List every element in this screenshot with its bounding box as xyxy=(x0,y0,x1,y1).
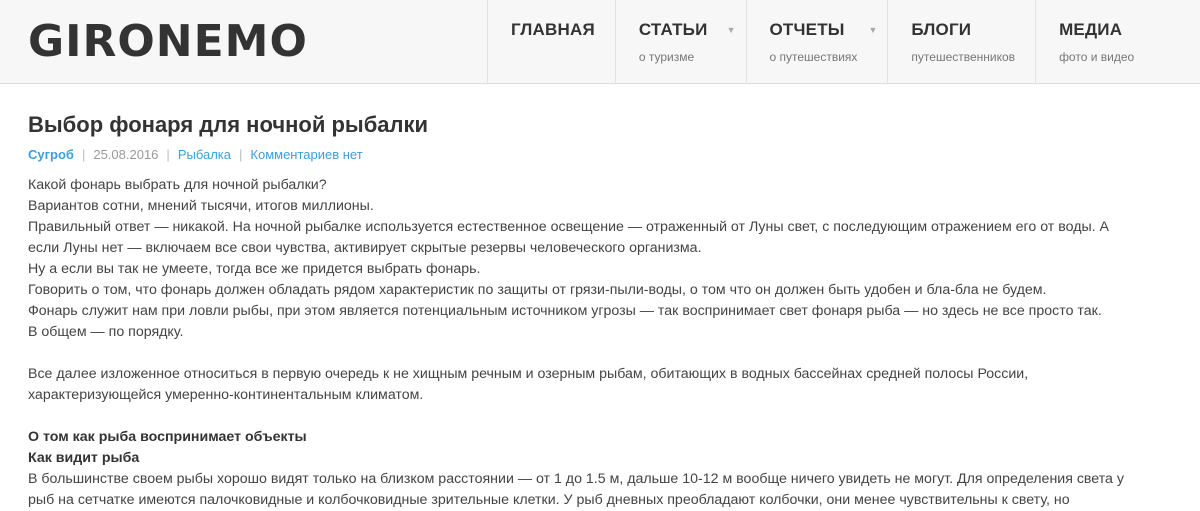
post-category-link[interactable]: Рыбалка xyxy=(178,147,231,162)
nav-item-home[interactable]: ГЛАВНАЯ xyxy=(487,0,615,84)
meta-separator: | xyxy=(166,147,170,162)
dropdown-arrow-icon: ▼ xyxy=(868,25,878,35)
body-line: В общем — по порядку. xyxy=(28,324,184,340)
body-line: Правильный ответ — никакой. На ночной ры… xyxy=(28,219,1110,235)
nav-item-title: БЛОГИ xyxy=(911,20,972,39)
site-header: GIRONEMO ГЛАВНАЯ СТАТЬИ о туризме ▼ ОТЧЕ… xyxy=(0,0,1200,84)
body-line: Какой фонарь выбрать для ночной рыбалки? xyxy=(28,177,327,193)
body-line: Говорить о том, что фонарь должен облада… xyxy=(28,282,1047,298)
nav-item-articles[interactable]: СТАТЬИ о туризме ▼ xyxy=(614,0,746,84)
body-line: если Луны нет — включаем все свои чувств… xyxy=(28,240,702,256)
nav-item-media[interactable]: МЕДИА фото и видео xyxy=(1035,0,1134,84)
post-author-link[interactable]: Сугроб xyxy=(28,147,74,162)
section-heading-text: О том как рыба воспринимает объекты xyxy=(28,429,307,445)
body-line: характеризующейся умеренно-континентальн… xyxy=(28,387,424,403)
body-line: Ну а если вы так не умеете, тогда все же… xyxy=(28,261,481,277)
main-nav: ГЛАВНАЯ СТАТЬИ о туризме ▼ ОТЧЕТЫ о путе… xyxy=(487,0,1134,84)
body-line: Все далее изложенное относиться в первую… xyxy=(28,366,1029,382)
nav-item-title: СТАТЬИ xyxy=(638,20,708,39)
nav-item-reports[interactable]: ОТЧЕТЫ о путешествиях ▼ xyxy=(745,0,888,84)
nav-item-title: ОТЧЕТЫ xyxy=(769,20,845,39)
dropdown-arrow-icon: ▼ xyxy=(726,25,736,35)
site-logo[interactable]: GIRONEMO xyxy=(28,16,308,67)
meta-separator: | xyxy=(239,147,243,162)
post-content: Выбор фонаря для ночной рыбалки Сугроб | 2… xyxy=(28,112,1188,511)
section-heading: О том как рыба воспринимает объекты xyxy=(28,427,1188,448)
subsection-heading-text: Как видит рыба xyxy=(28,450,140,466)
nav-item-title: МЕДИА xyxy=(1059,20,1123,39)
post-meta: Сугроб | 25.08.2016 | Рыбалка | Комментариев н… xyxy=(28,147,1188,162)
post-comments-link[interactable]: Комментариев нет xyxy=(250,147,362,162)
body-line: Фонарь служит нам при ловли рыбы, при эт… xyxy=(28,303,1102,319)
nav-item-blogs[interactable]: БЛОГИ путешественников xyxy=(887,0,1035,84)
meta-separator: | xyxy=(81,147,86,162)
nav-item-subtitle: фото и видео xyxy=(1059,50,1135,64)
post-body: Какой фонарь выбрать для ночной рыбалки?… xyxy=(28,175,1188,511)
nav-item-subtitle: о туризме xyxy=(638,50,695,64)
subsection-heading: Как видит рыба xyxy=(28,448,1188,469)
nav-item-subtitle: о путешествиях xyxy=(769,50,858,64)
body-line: В большинстве своем рыбы хорошо видят то… xyxy=(28,471,1124,487)
post-date: 25.08.2016 xyxy=(93,147,159,162)
body-line: Вариантов сотни, мнений тысячи, итогов м… xyxy=(28,198,374,214)
body-line: рыб на сетчатке имеются палочковидные и … xyxy=(28,492,1070,508)
nav-item-subtitle: путешественников xyxy=(911,50,1016,64)
nav-item-title: ГЛАВНАЯ xyxy=(511,20,595,39)
post-title[interactable]: Выбор фонаря для ночной рыбалки xyxy=(28,112,1188,138)
